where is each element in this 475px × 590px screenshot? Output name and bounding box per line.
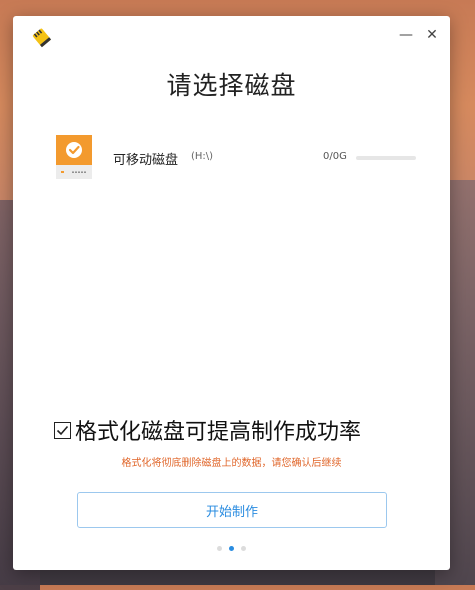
close-button[interactable]: ✕ — [423, 26, 441, 44]
format-checkbox[interactable] — [54, 421, 71, 439]
format-option[interactable]: 格式化磁盘可提高制作成功率 — [54, 414, 361, 446]
page-dot[interactable] — [241, 546, 246, 551]
disk-path: (H:\) — [191, 151, 214, 162]
disk-capacity: 0/0G — [323, 151, 347, 162]
minimize-button[interactable]: — — [397, 26, 415, 44]
checkmark-icon — [56, 425, 69, 435]
page-dot[interactable] — [229, 546, 234, 551]
start-button[interactable]: 开始制作 — [77, 492, 387, 528]
sd-card-icon — [30, 26, 54, 50]
removable-disk-icon — [56, 135, 92, 179]
format-warning: 格式化将彻底删除磁盘上的数据，请您确认后继续 — [121, 458, 342, 469]
app-window: — ✕ 请选择磁盘 可移动磁盘 (H:\) 0/0G 格式化磁盘可提高制作成功率… — [13, 16, 450, 570]
page-dot[interactable] — [217, 546, 222, 551]
format-label: 格式化磁盘可提高制作成功率 — [75, 420, 362, 445]
disk-list-item[interactable]: 可移动磁盘 (H:\) 0/0G — [56, 135, 426, 181]
disk-usage-bar — [356, 156, 416, 160]
disk-name: 可移动磁盘 — [113, 153, 179, 168]
page-title: 请选择磁盘 — [166, 71, 297, 100]
page-indicator — [13, 546, 450, 551]
